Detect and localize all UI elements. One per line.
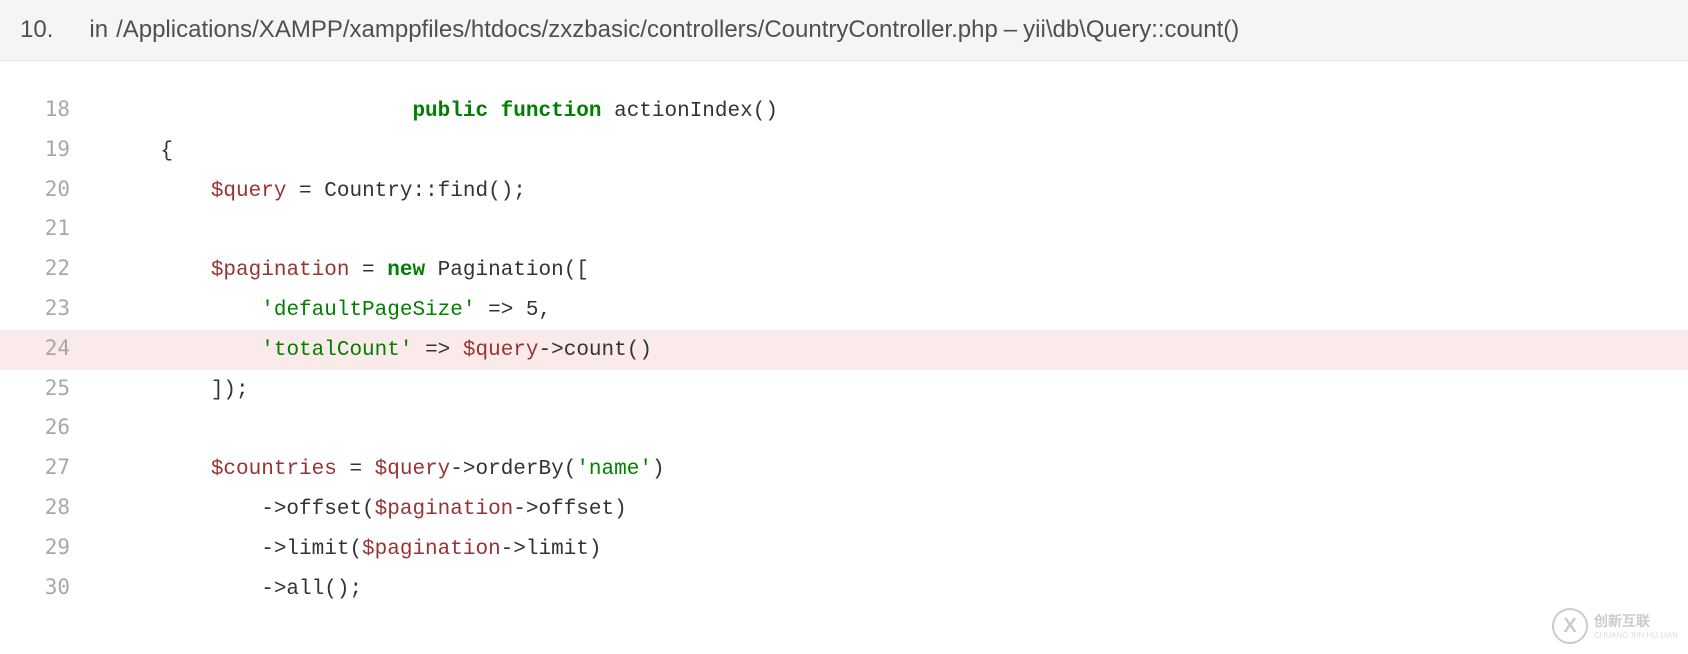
code-line: 19 { bbox=[0, 131, 1688, 171]
watermark-icon: X bbox=[1552, 608, 1588, 644]
code-line: 18 public function actionIndex() bbox=[0, 91, 1688, 131]
line-number: 27 bbox=[0, 449, 70, 487]
line-number: 24 bbox=[0, 330, 70, 368]
trace-number: 10. bbox=[20, 16, 53, 44]
line-content: $countries = $query->orderBy('name') bbox=[70, 451, 665, 489]
line-number: 23 bbox=[0, 290, 70, 328]
trace-prefix: in bbox=[89, 16, 108, 44]
code-line: 23 'defaultPageSize' => 5, bbox=[0, 290, 1688, 330]
line-content: ]); bbox=[70, 372, 249, 410]
line-number: 26 bbox=[0, 409, 70, 447]
code-line: 21 bbox=[0, 210, 1688, 250]
code-line: 27 $countries = $query->orderBy('name') bbox=[0, 449, 1688, 489]
line-content: 'totalCount' => $query->count() bbox=[70, 332, 652, 370]
line-content bbox=[70, 212, 123, 250]
line-content: $query = Country::find(); bbox=[70, 173, 526, 211]
code-line: 29 ->limit($pagination->limit) bbox=[0, 529, 1688, 569]
code-line: 26 bbox=[0, 409, 1688, 449]
code-line: 24 'totalCount' => $query->count() bbox=[0, 330, 1688, 370]
line-content: ->offset($pagination->offset) bbox=[70, 491, 627, 529]
line-content: ->all(); bbox=[70, 571, 362, 609]
stack-trace-header[interactable]: 10. in /Applications/XAMPP/xamppfiles/ht… bbox=[0, 0, 1688, 61]
watermark: X 创新互联 CHUANG XIN HU LIAN bbox=[1552, 608, 1678, 644]
line-content: 'defaultPageSize' => 5, bbox=[70, 292, 551, 330]
line-number: 20 bbox=[0, 171, 70, 209]
code-line: 20 $query = Country::find(); bbox=[0, 171, 1688, 211]
trace-file-path: /Applications/XAMPP/xamppfiles/htdocs/zx… bbox=[116, 16, 998, 44]
code-line: 30 ->all(); bbox=[0, 569, 1688, 609]
trace-separator: – bbox=[1004, 16, 1017, 44]
line-content: ->limit($pagination->limit) bbox=[70, 531, 602, 569]
line-number: 30 bbox=[0, 569, 70, 607]
code-line: 25 ]); bbox=[0, 370, 1688, 410]
line-content: public function actionIndex() bbox=[70, 93, 778, 131]
line-number: 29 bbox=[0, 529, 70, 567]
code-block: 18 public function actionIndex()19 {20 $… bbox=[0, 61, 1688, 628]
watermark-subtext: CHUANG XIN HU LIAN bbox=[1594, 631, 1678, 640]
line-number: 21 bbox=[0, 210, 70, 248]
code-line: 22 $pagination = new Pagination([ bbox=[0, 250, 1688, 290]
line-number: 22 bbox=[0, 250, 70, 288]
line-content: { bbox=[70, 133, 173, 171]
watermark-text: 创新互联 bbox=[1594, 613, 1650, 629]
line-content bbox=[70, 411, 123, 449]
code-line: 28 ->offset($pagination->offset) bbox=[0, 489, 1688, 529]
line-number: 28 bbox=[0, 489, 70, 527]
line-number: 19 bbox=[0, 131, 70, 169]
trace-method: yii\db\Query::count() bbox=[1023, 16, 1239, 44]
line-number: 25 bbox=[0, 370, 70, 408]
line-content: $pagination = new Pagination([ bbox=[70, 252, 589, 290]
line-number: 18 bbox=[0, 91, 70, 129]
